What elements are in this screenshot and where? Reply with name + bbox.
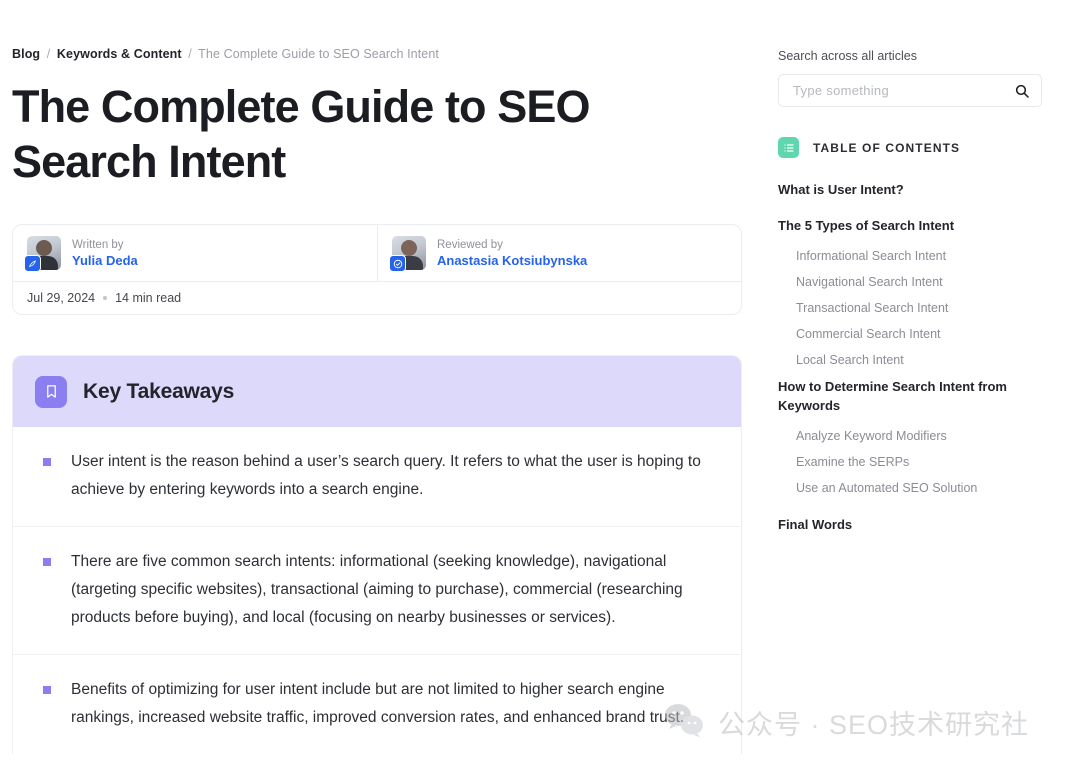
check-circle-icon: [389, 255, 406, 272]
reviewer-text: Reviewed by Anastasia Kotsiubynska: [437, 238, 587, 269]
search-label: Search across all articles: [778, 49, 917, 63]
breadcrumb: Blog / Keywords & Content / The Complete…: [12, 46, 760, 62]
list-item: User intent is the reason behind a user’…: [13, 427, 741, 526]
breadcrumb-separator: /: [46, 47, 51, 61]
article-meta: Jul 29, 2024 14 min read: [13, 281, 741, 314]
takeaway-text: Benefits of optimizing for user intent i…: [71, 681, 685, 726]
meta-separator-dot: [103, 296, 108, 300]
written-by-label: Written by: [72, 238, 124, 251]
toc-item-final-words[interactable]: Final Words: [778, 515, 1028, 534]
list-icon: [778, 137, 799, 158]
author-cell[interactable]: Written by Yulia Deda: [13, 225, 377, 281]
search-box[interactable]: [778, 74, 1042, 107]
list-item: There are five common search intents: in…: [13, 526, 741, 654]
bookmark-icon: [35, 375, 67, 408]
toc-header: TABLE OF CONTENTS: [778, 137, 1068, 158]
toc-item-analyze-keyword-modifiers[interactable]: Analyze Keyword Modifiers: [778, 427, 1028, 446]
bullet-marker: [43, 558, 51, 566]
toc-item-what-is-user-intent[interactable]: What is User Intent?: [778, 180, 1028, 199]
read-time: 14 min read: [115, 291, 182, 305]
toc-list: What is User Intent? The 5 Types of Sear…: [778, 180, 1028, 534]
pen-icon: [24, 255, 41, 272]
takeaway-text: There are five common search intents: in…: [71, 553, 683, 626]
list-item: Benefits of optimizing for user intent i…: [13, 654, 741, 754]
reviewer-cell[interactable]: Reviewed by Anastasia Kotsiubynska: [377, 225, 741, 281]
avatar: [24, 236, 61, 272]
key-takeaways-header: Key Takeaways: [13, 356, 741, 427]
reviewer-name-link[interactable]: Anastasia Kotsiubynska: [437, 253, 587, 269]
toc-item-examine-the-serps[interactable]: Examine the SERPs: [778, 453, 1028, 472]
breadcrumb-item-blog[interactable]: Blog: [12, 47, 40, 61]
toc-item-informational-search-intent[interactable]: Informational Search Intent: [778, 247, 1028, 266]
publish-date: Jul 29, 2024: [27, 291, 96, 305]
search-input[interactable]: [793, 83, 1014, 98]
key-takeaways-panel: Key Takeaways User intent is the reason …: [12, 355, 742, 754]
byline-row: Written by Yulia Deda Reviewed by Anasta…: [13, 225, 741, 281]
toc-item-how-to-determine-search-intent-from-keywords[interactable]: How to Determine Search Intent from Keyw…: [778, 377, 1028, 415]
toc-item-use-an-automated-seo-solution[interactable]: Use an Automated SEO Solution: [778, 479, 1028, 498]
bullet-marker: [43, 458, 51, 466]
toc-item-local-search-intent[interactable]: Local Search Intent: [778, 351, 1028, 370]
reviewed-by-label: Reviewed by: [437, 238, 503, 251]
toc-item-transactional-search-intent[interactable]: Transactional Search Intent: [778, 299, 1028, 318]
takeaway-text: User intent is the reason behind a user’…: [71, 453, 701, 498]
search-icon[interactable]: [1014, 83, 1030, 99]
key-takeaways-title: Key Takeaways: [83, 379, 235, 403]
author-text: Written by Yulia Deda: [72, 238, 138, 269]
author-name-link[interactable]: Yulia Deda: [72, 253, 138, 269]
bullet-marker: [43, 686, 51, 694]
sidebar: Search across all articles TABLE OF CONT…: [778, 0, 1068, 769]
breadcrumb-item-current: The Complete Guide to SEO Search Intent: [198, 47, 439, 61]
byline-card: Written by Yulia Deda Reviewed by Anasta…: [12, 224, 742, 315]
article-page: Blog / Keywords & Content / The Complete…: [0, 0, 1080, 769]
breadcrumb-item-keywords-content[interactable]: Keywords & Content: [57, 47, 182, 61]
breadcrumb-separator: /: [188, 47, 192, 61]
toc-header-label: TABLE OF CONTENTS: [813, 140, 961, 155]
toc-item-the-5-types-of-search-intent[interactable]: The 5 Types of Search Intent: [778, 216, 1028, 235]
toc-item-commercial-search-intent[interactable]: Commercial Search Intent: [778, 325, 1028, 344]
page-title: The Complete Guide to SEO Search Intent: [12, 81, 590, 187]
toc-item-navigational-search-intent[interactable]: Navigational Search Intent: [778, 273, 1028, 292]
avatar: [389, 236, 426, 272]
